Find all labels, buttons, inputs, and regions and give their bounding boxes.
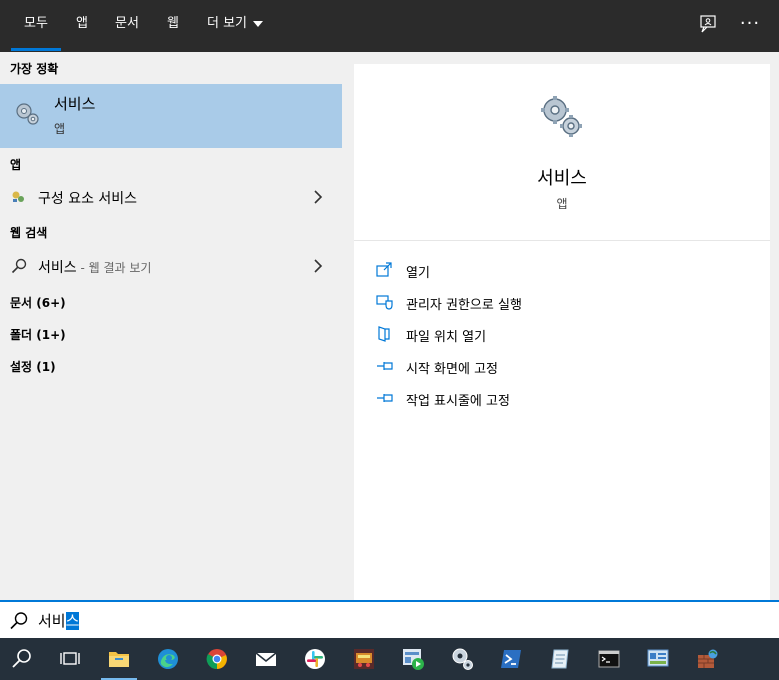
tab-all[interactable]: 모두 <box>11 0 61 52</box>
mail-icon[interactable] <box>244 638 288 680</box>
web-search-header: 웹 검색 <box>10 226 48 240</box>
category-folders[interactable]: 폴더 (1+) <box>10 326 66 343</box>
services-icon[interactable] <box>440 638 484 680</box>
list-item-label: 구성 요소 서비스 <box>38 191 138 207</box>
notepad-icon[interactable] <box>538 638 582 680</box>
preview-panel: 서비스 앱 열기 관리자 권한으로 실행 파일 위치 열기 시작 화면에 고정 … <box>354 64 770 600</box>
category-settings[interactable]: 설정 (1) <box>10 358 56 375</box>
search-input-selection: 스 <box>65 612 80 630</box>
divider <box>354 240 770 241</box>
action-label: 관리자 권한으로 실행 <box>406 298 522 313</box>
chrome-icon[interactable] <box>195 638 239 680</box>
powershell-icon[interactable] <box>489 638 533 680</box>
run-as-admin-icon <box>376 295 393 310</box>
control-panel-icon[interactable] <box>636 638 680 680</box>
tab-apps[interactable]: 앱 <box>68 0 96 52</box>
category-documents[interactable]: 문서 (6+) <box>10 294 66 311</box>
action-label: 작업 표시줄에 고정 <box>406 394 510 409</box>
best-match-subtitle: 앱 <box>54 122 66 136</box>
app-icon[interactable] <box>685 638 729 680</box>
feedback-icon[interactable] <box>696 14 720 38</box>
search-scope-bar: 모두 앱 문서 웹 더 보기 ··· <box>0 0 779 52</box>
taskbar <box>0 638 779 680</box>
action-pin-to-start[interactable]: 시작 화면에 고정 <box>376 354 756 378</box>
slack-icon[interactable] <box>293 638 337 680</box>
search-input[interactable]: 서비스 <box>38 610 80 631</box>
list-item-component-services[interactable]: 구성 요소 서비스 <box>0 182 342 212</box>
tab-web[interactable]: 웹 <box>160 0 186 52</box>
search-icon <box>10 612 28 630</box>
tab-documents[interactable]: 문서 <box>108 0 146 52</box>
web-result-suffix: - 웹 결과 보기 <box>76 261 152 275</box>
best-match-title: 서비스 <box>54 95 96 113</box>
best-match-item[interactable]: 서비스 앱 <box>0 84 342 148</box>
action-run-as-admin[interactable]: 관리자 권한으로 실행 <box>376 290 756 314</box>
edge-icon[interactable] <box>146 638 190 680</box>
services-gears-icon <box>538 94 584 144</box>
services-gears-icon <box>14 101 40 131</box>
action-open-file-location[interactable]: 파일 위치 열기 <box>376 322 756 346</box>
chevron-right-icon[interactable] <box>312 257 324 275</box>
action-open[interactable]: 열기 <box>376 258 756 282</box>
action-pin-to-taskbar[interactable]: 작업 표시줄에 고정 <box>376 386 756 410</box>
best-match-header: 가장 정확 <box>10 62 59 76</box>
media-app-icon[interactable] <box>391 638 435 680</box>
preview-subtitle: 앱 <box>556 197 568 211</box>
web-result-text: 서비스 - 웹 결과 보기 <box>38 257 151 277</box>
results-list: 가장 정확 서비스 앱 앱 구성 요소 서비스 웹 검색 서비스 - 웹 결과 … <box>0 52 342 600</box>
search-input-text: 서비 <box>38 612 66 630</box>
tab-more-label: 더 보기 <box>206 16 247 31</box>
pin-icon <box>377 394 393 402</box>
web-result-query: 서비스 <box>38 260 77 276</box>
task-view-icon[interactable] <box>48 638 92 680</box>
action-label: 파일 위치 열기 <box>406 330 487 345</box>
game-app-icon[interactable] <box>342 638 386 680</box>
component-services-icon <box>11 189 25 208</box>
search-box[interactable]: 서비스 <box>0 600 779 638</box>
caret-down-icon <box>253 20 263 27</box>
pin-icon <box>377 362 393 370</box>
preview-title: 서비스 <box>537 168 587 189</box>
list-item-web-result[interactable]: 서비스 - 웹 결과 보기 <box>0 251 342 281</box>
tab-more[interactable]: 더 보기 <box>200 0 270 52</box>
action-label: 시작 화면에 고정 <box>406 362 498 377</box>
apps-header: 앱 <box>10 158 22 172</box>
open-icon <box>376 262 392 277</box>
chevron-right-icon[interactable] <box>312 188 324 206</box>
search-icon[interactable] <box>0 638 44 680</box>
file-location-icon <box>378 326 390 342</box>
action-label: 열기 <box>406 266 430 281</box>
file-explorer-icon[interactable] <box>97 638 141 680</box>
more-options-icon[interactable]: ··· <box>738 14 762 38</box>
command-prompt-icon[interactable] <box>587 638 631 680</box>
search-icon <box>11 258 27 278</box>
